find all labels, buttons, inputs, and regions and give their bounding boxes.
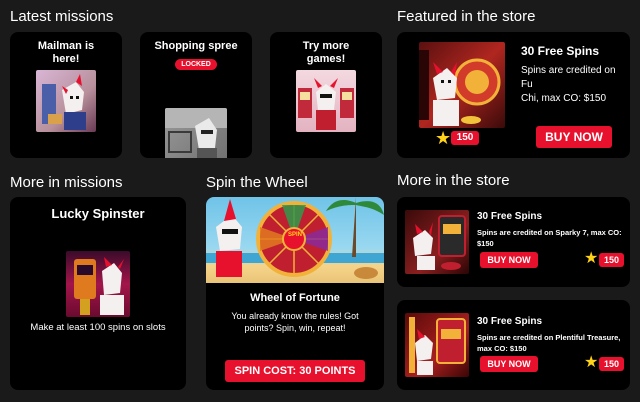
mission-card-lucky-spinster[interactable]: Lucky Spinster Make at least 100 spins o… [10,197,186,390]
price-badge: 150 [599,357,624,371]
store-item-card: 30 Free Spins Spins are credited on Plen… [397,300,630,390]
store-item-description: Spins are credited on Plentiful Treasure… [477,333,621,353]
buy-now-button[interactable]: BUY NOW [480,356,538,372]
star-icon: ★ [584,250,599,267]
store-item-title: 30 Free Spins [477,316,543,327]
fu-chi-game-image [419,42,505,128]
mission-title: Try more games! [302,40,350,65]
mailman-fox-image [36,70,96,132]
section-title-latest-missions: Latest missions [10,8,114,25]
store-item-description: Spins are credited on Sparky 7, max CO: … [477,228,622,248]
locked-badge: LOCKED [175,59,217,70]
section-title-spin-wheel: Spin the Wheel [206,174,308,191]
wheel-title: Wheel of Fortune [250,292,340,304]
mission-description: Make at least 100 spins on slots [30,322,166,333]
section-title-featured-store: Featured in the store [397,8,536,25]
section-title-more-store: More in the store [397,172,510,189]
plentiful-treasure-game-image [405,313,469,377]
buy-now-button[interactable]: BUY NOW [536,126,612,148]
mission-card-try-more-games[interactable]: Try more games! [270,32,382,158]
featured-store-card: ★ 150 30 Free Spins Spins are credited o… [397,32,630,158]
featured-title: 30 Free Spins [521,44,600,58]
mission-title: Lucky Spinster [51,206,145,221]
wheel-of-fortune-card: SPIN Wheel of Fortune You already know t… [206,197,384,390]
lucky-spinster-image [66,251,130,317]
mission-card-shopping-spree[interactable]: Shopping spree LOCKED [140,32,252,158]
store-item-title: 30 Free Spins [477,211,543,222]
wheel-description: You already know the rules! Got points? … [231,311,359,333]
buy-now-button[interactable]: BUY NOW [480,252,538,268]
star-icon: ★ [435,128,452,148]
price-badge: 150 [599,253,624,267]
mission-card-mailman[interactable]: Mailman is here! [10,32,122,158]
section-title-more-missions: More in missions [10,174,123,191]
mission-title: Mailman is here! [37,40,95,65]
featured-description: Spins are credited on Fu Chi, max CO: $1… [521,65,616,104]
wheel-scene-image [206,197,384,283]
spin-cost-button[interactable]: SPIN COST: 30 POINTS [225,360,365,382]
shopping-fox-image [165,108,227,158]
star-icon: ★ [584,354,599,371]
wheel-spin-label: SPIN [287,232,302,238]
mission-title: Shopping spree [154,40,238,52]
store-item-card: 30 Free Spins Spins are credited on Spar… [397,197,630,287]
slot-machines-fox-image [296,70,356,132]
price-badge: 150 [451,131,479,145]
sparky-7-game-image [405,210,469,274]
